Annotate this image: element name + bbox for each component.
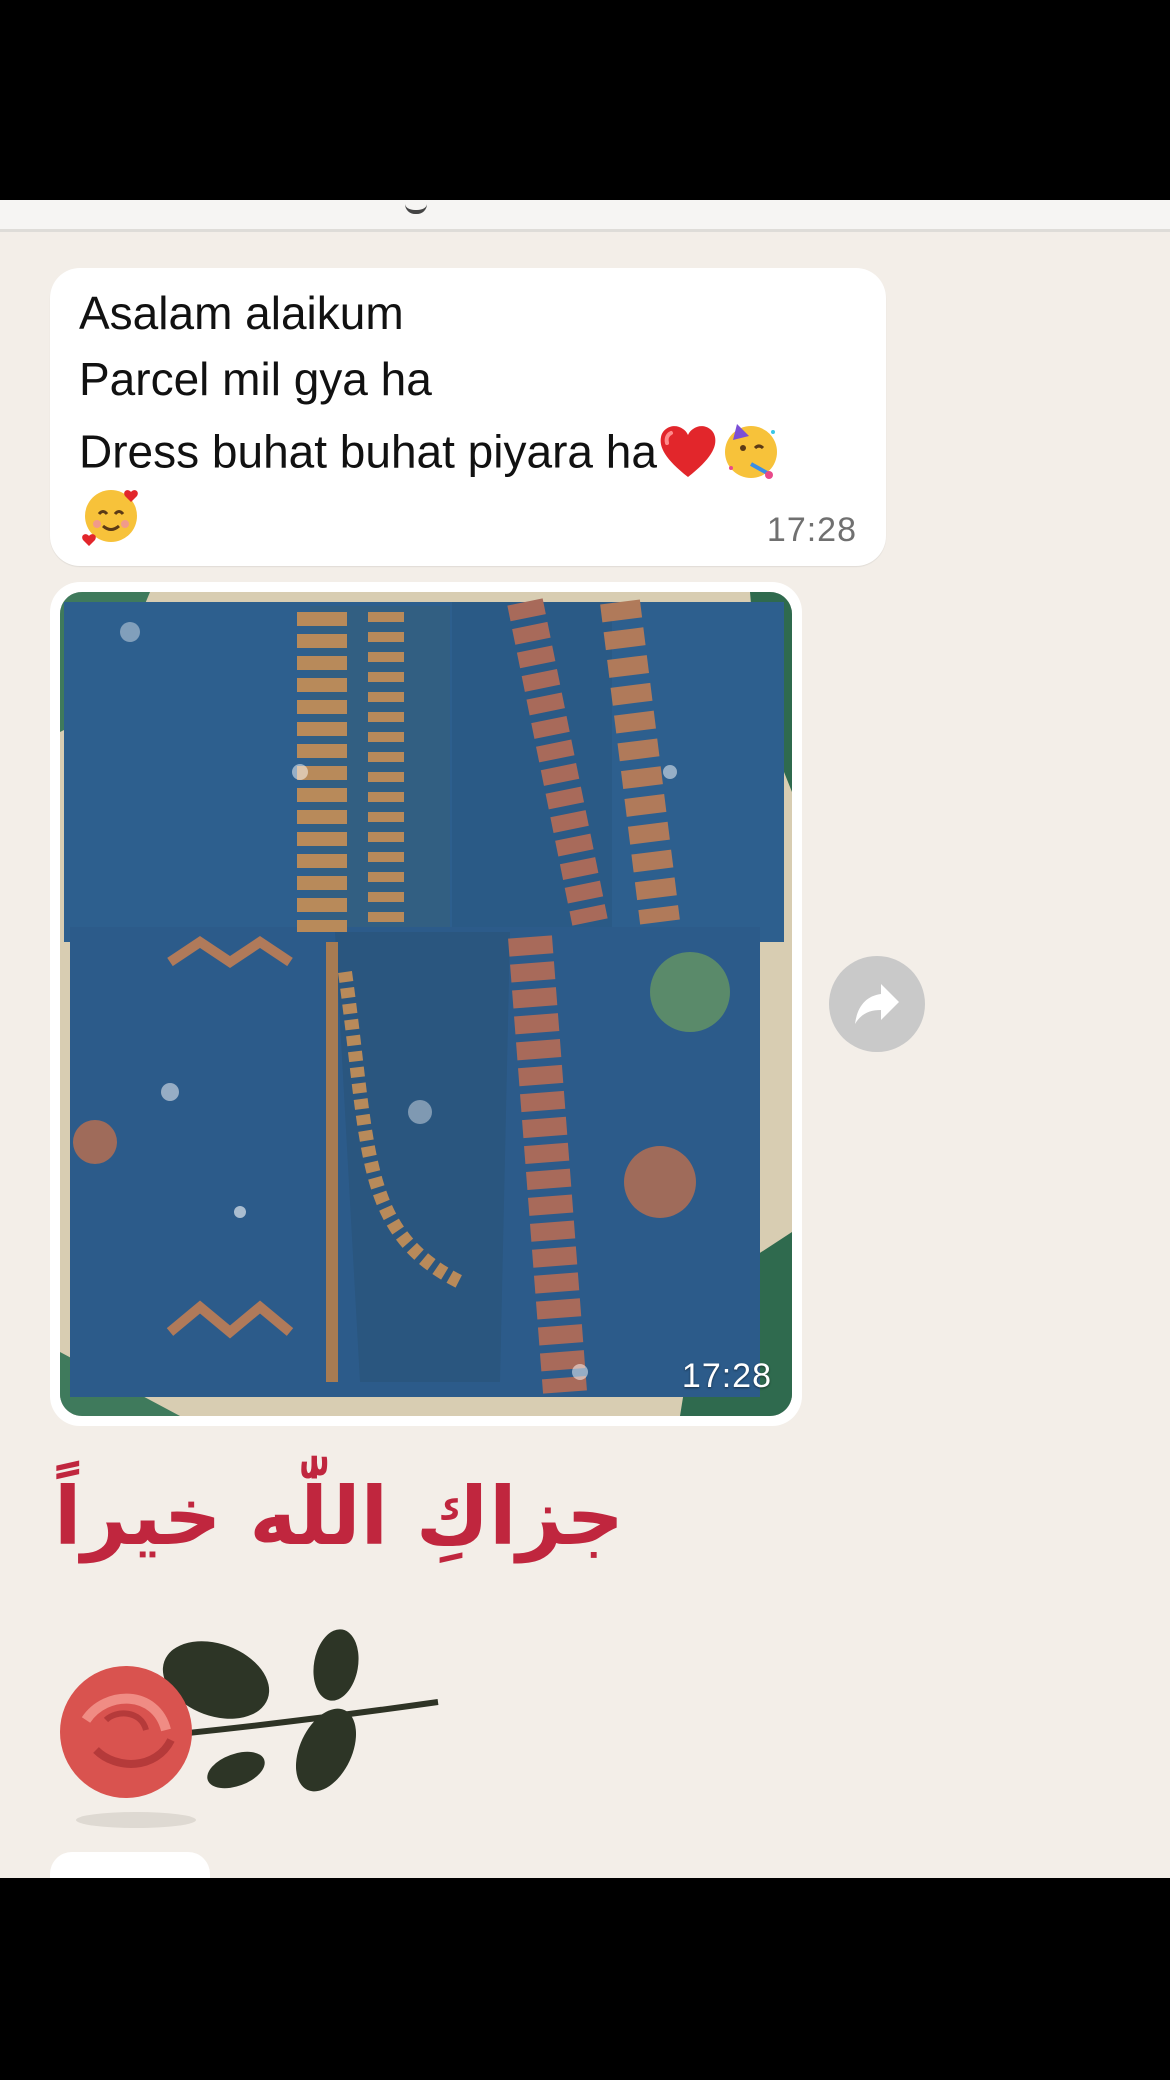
red-heart-icon [657,421,719,490]
image-time: 17:28 [681,1357,772,1395]
rose-icon [60,1629,439,1828]
message-line-1: Asalam alaikum [79,287,404,339]
message-bubble-image[interactable]: 17:28 [50,582,802,1426]
smiling-face-with-hearts-icon [79,482,143,557]
message-line-3-text: Dress buhat buhat piyara ha [79,425,657,478]
message-line-3: Dress buhat buhat piyara ha [79,418,783,493]
message-time: 17:28 [766,511,857,549]
message-line-2: Parcel mil gya ha [79,353,432,405]
chat-area[interactable]: Asalam alaikum Parcel mil gya ha Dress b… [0,200,1170,1878]
top-bar-black [0,0,1170,200]
sticker-jazakallah[interactable]: جزاكِ اللّٰه خيراً [46,1470,624,1830]
bottom-bar-black [0,1878,1170,2080]
sticker-arabic-text: جزاكِ اللّٰه خيراً [54,1470,624,1563]
next-message-bubble[interactable] [50,1852,210,1878]
forward-arrow-icon [855,984,899,1024]
photo-embroidered-dress[interactable]: 17:28 [60,592,792,1416]
forward-button[interactable] [829,956,925,1052]
party-face-icon [719,418,783,493]
message-bubble-text[interactable]: Asalam alaikum Parcel mil gya ha Dress b… [50,268,886,566]
header-strip [0,200,1170,232]
message-line-4 [79,482,143,557]
